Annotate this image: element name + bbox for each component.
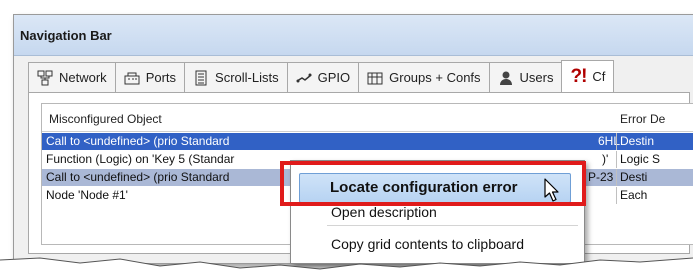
ports-icon: [124, 70, 140, 86]
column-header-object[interactable]: Misconfigured Object: [49, 112, 162, 126]
tab-gpio-label: GPIO: [317, 70, 351, 85]
cell-object-tail: P-23: [588, 170, 614, 184]
grid-header: Misconfigured Object Error De: [42, 104, 693, 132]
tab-gpio[interactable]: GPIO: [286, 62, 360, 92]
cell-object: Call to <undefined> (prio Standard: [46, 170, 230, 184]
cell-object-tail: )': [602, 152, 609, 166]
table-row[interactable]: Call to <undefined> (prio Standard 6HL D…: [42, 133, 693, 150]
tab-network[interactable]: Network: [28, 62, 116, 92]
column-header-error[interactable]: Error De: [620, 112, 665, 126]
tab-ports[interactable]: Ports: [114, 62, 186, 92]
cell-error: Destin: [616, 133, 654, 150]
tab-config-errors-label: Cf: [592, 69, 606, 84]
tab-strip: Network Ports Scroll-Lists GPIO Groups +…: [28, 60, 615, 92]
cell-object: Function (Logic) on 'Key 5 (Standar: [46, 152, 235, 166]
title-bar[interactable]: Navigation Bar: [14, 15, 693, 56]
tab-groups-confs[interactable]: Groups + Confs: [358, 62, 490, 92]
tab-scroll-lists-label: Scroll-Lists: [215, 70, 279, 85]
mouse-pointer-icon: [544, 178, 559, 202]
tab-network-label: Network: [59, 70, 107, 85]
tab-groups-confs-label: Groups + Confs: [389, 70, 481, 85]
torn-edge: [0, 257, 693, 280]
scroll-lists-icon: [193, 70, 209, 86]
cell-error: Logic S: [616, 151, 660, 168]
cell-object: Node 'Node #1': [46, 188, 128, 202]
menu-separator: [327, 225, 578, 226]
config-error-icon: ?!: [570, 65, 587, 87]
cell-error: Desti: [616, 169, 647, 186]
tab-users-label: Users: [519, 70, 554, 85]
cell-error: Each: [616, 187, 647, 204]
gpio-icon: [296, 70, 312, 86]
groups-icon: [367, 70, 383, 86]
users-icon: [498, 70, 514, 86]
cell-object: Call to <undefined> (prio Standard: [46, 134, 230, 148]
highlight-frame: [280, 161, 586, 206]
tab-config-errors[interactable]: ?! Cf: [561, 60, 615, 92]
tab-users[interactable]: Users: [488, 62, 563, 92]
tab-scroll-lists[interactable]: Scroll-Lists: [184, 62, 288, 92]
network-icon: [37, 70, 53, 86]
tab-ports-label: Ports: [145, 70, 177, 85]
window-title: Navigation Bar: [20, 28, 112, 43]
